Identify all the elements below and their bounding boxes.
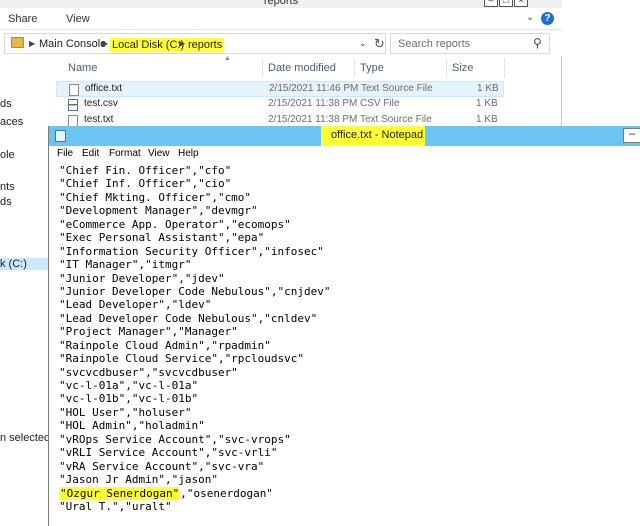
menu-view[interactable]: View <box>148 148 170 159</box>
nav-item[interactable]: ds <box>0 98 12 110</box>
menu-file[interactable]: File <box>57 148 73 159</box>
text-line: "IT Manager","itmgr" <box>59 258 192 272</box>
folder-icon <box>11 37 24 48</box>
address-dropdown-chevron-icon[interactable]: ⌄ <box>359 38 367 49</box>
notepad-title: office.txt - Notepad <box>331 129 424 141</box>
text-line: "Information Security Officer","infosec" <box>59 244 324 258</box>
explorer-ribbon: Share View ⌄ ? <box>0 8 562 30</box>
column-header-size[interactable]: Size <box>452 62 473 74</box>
text-line: "Project Manager","Manager" <box>59 325 238 339</box>
text-file-icon <box>69 84 79 96</box>
nav-item[interactable]: nts <box>0 181 15 193</box>
text-line: "Chief Mkting. Officer","cmo" <box>59 190 252 204</box>
text-line: "vRLI Service Account","svc-vrli" <box>59 446 278 460</box>
text-line: "Lead Developer","ldev" <box>59 298 212 312</box>
notepad-window: – office.txt - Notepad File Edit Format … <box>48 126 640 526</box>
column-divider[interactable] <box>504 58 505 78</box>
text-line: "Rainpole Cloud Admin","rpadmin" <box>59 338 271 352</box>
text-line: "Chief Fin. Officer","cfo" <box>59 164 232 177</box>
search-input[interactable]: Search reports ⚲ <box>390 33 550 54</box>
file-size: 1 KB <box>476 114 498 125</box>
text-line: "Jason Jr Admin","jason" <box>59 473 218 487</box>
file-size: 1 KB <box>476 98 498 109</box>
text-line: "svcvcdbuser","svcvcdbuser" <box>59 365 238 379</box>
text-line: "vROps Service Account","svc-vrops" <box>59 432 291 446</box>
breadcrumb-main-console[interactable]: Main Console <box>39 38 106 50</box>
csv-file-icon <box>68 99 78 111</box>
text-line: "Ural T.","uralt" <box>59 499 172 513</box>
file-date: 2/15/2021 11:46 PM <box>269 83 359 94</box>
help-icon[interactable]: ? <box>541 12 554 25</box>
menu-help[interactable]: Help <box>178 148 199 159</box>
file-size: 1 KB <box>477 83 499 94</box>
file-name: test.csv <box>84 98 118 109</box>
breadcrumb-local-disk[interactable]: Local Disk (C:) <box>110 38 187 52</box>
text-line: "Junior Developer Code Nebulous","cnjdev… <box>59 284 331 298</box>
nav-item[interactable]: aces <box>0 116 23 128</box>
chevron-right-icon[interactable]: ▶ <box>29 39 35 48</box>
file-list: ▲ Name Date modified Type Size office.tx… <box>56 55 556 136</box>
ribbon-tab-view[interactable]: View <box>66 13 90 25</box>
explorer-minimize-button[interactable]: – <box>484 0 498 7</box>
explorer-title: reports <box>263 0 299 7</box>
file-type: Text Source File <box>360 114 432 125</box>
ribbon-tab-share[interactable]: Share <box>8 13 37 25</box>
column-divider[interactable] <box>446 58 447 78</box>
file-type: CSV File <box>360 98 400 109</box>
notepad-lines: "Chief Fin. Officer","cfo" "Chief Inf. Of… <box>59 164 331 513</box>
text-line: "Lead Developer Code Nebulous","cnldev" <box>59 311 318 325</box>
notepad-minimize-button[interactable]: – <box>623 128 640 143</box>
navigation-pane: ds aces ole nts ds k (C:) <box>0 56 52 526</box>
highlighted-text: "Ozgur Senerdogan" <box>59 486 181 500</box>
file-row-office-txt[interactable]: office.txt 2/15/2021 11:46 PM Text Sourc… <box>56 81 504 97</box>
nav-item-local-disk[interactable]: k (C:) <box>0 258 48 270</box>
sort-caret-icon: ▲ <box>224 55 231 62</box>
explorer-address-row: ▶ Main Console ▶ Local Disk (C:) ▶ repor… <box>0 30 562 56</box>
text-rest: ,"osenerdogan" <box>180 486 273 500</box>
text-line: "Development Manager","devmgr" <box>59 204 258 218</box>
ribbon-collapse-chevron-icon[interactable]: ⌄ <box>526 12 534 23</box>
text-line: "vc-l-01b","vc-l-01b" <box>59 392 199 406</box>
explorer-close-button[interactable]: × <box>514 0 528 7</box>
chevron-right-icon[interactable]: ▶ <box>179 39 185 48</box>
menu-format[interactable]: Format <box>109 148 141 159</box>
file-type: Text Source File <box>361 83 433 94</box>
text-line: "eCommerce App. Operator","ecomops" <box>59 217 291 231</box>
text-line: "HOL User","holuser" <box>59 405 192 419</box>
address-bar[interactable]: ▶ Main Console ▶ Local Disk (C:) ▶ repor… <box>4 33 386 54</box>
column-divider[interactable] <box>354 58 355 78</box>
text-line: "vRA Service Account","svc-vra" <box>59 459 265 473</box>
file-row-test-csv[interactable]: test.csv 2/15/2021 11:38 PM CSV File 1 K… <box>56 97 504 113</box>
file-date: 2/15/2021 11:38 PM <box>268 98 358 109</box>
chevron-right-icon[interactable]: ▶ <box>102 39 108 48</box>
notepad-icon[interactable] <box>55 130 66 142</box>
breadcrumb-reports[interactable]: reports <box>186 38 225 52</box>
explorer-titlebar[interactable]: reports – □ × <box>0 0 562 8</box>
file-name: test.txt <box>84 114 114 125</box>
text-line: "Ozgur Senerdogan","osenerdogan" <box>59 486 331 500</box>
text-line: "Chief Inf. Officer","cio" <box>59 177 232 191</box>
text-line: "HOL Admin","holadmin" <box>59 419 205 433</box>
text-line: "vc-l-01a","vc-l-01a" <box>59 379 199 392</box>
nav-item[interactable]: ole <box>0 149 15 161</box>
column-divider[interactable] <box>262 58 263 78</box>
refresh-icon[interactable]: ↻ <box>374 36 385 52</box>
column-header-type[interactable]: Type <box>360 62 384 74</box>
text-line: "Exec Personal Assistant","epa" <box>59 231 265 245</box>
file-date: 2/15/2021 11:38 PM <box>268 114 358 125</box>
explorer-maximize-button[interactable]: □ <box>499 0 513 7</box>
search-icon[interactable]: ⚲ <box>533 36 542 50</box>
text-line: "Rainpole Cloud Service","rpcloudsvc" <box>59 352 305 366</box>
nav-item[interactable]: ds <box>0 196 12 208</box>
column-header-date[interactable]: Date modified <box>268 62 336 74</box>
menu-edit[interactable]: Edit <box>82 148 99 159</box>
text-line: "Junior Developer","jdev" <box>59 271 225 285</box>
search-placeholder: Search reports <box>398 38 471 50</box>
column-header-name[interactable]: Name <box>68 62 97 74</box>
notepad-menubar: File Edit Format View Help <box>49 146 640 161</box>
file-name: office.txt <box>85 83 123 94</box>
notepad-text-area[interactable]: "Chief Fin. Officer","cfo" "Chief Inf. Of… <box>49 161 640 526</box>
